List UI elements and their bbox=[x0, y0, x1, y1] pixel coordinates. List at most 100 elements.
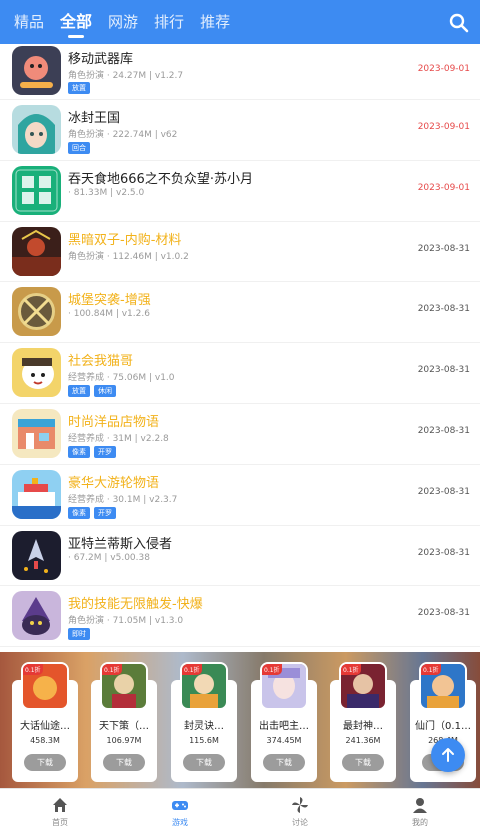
game-date: 2023-08-31 bbox=[417, 365, 470, 376]
game-icon bbox=[12, 287, 61, 337]
game-title: 黑暗双子-内购-材料 bbox=[68, 232, 182, 248]
game-row[interactable]: 豪华大游轮物语 经营养成 · 30.1M | v2.3.7 像素 开罗 2023… bbox=[0, 465, 480, 526]
game-title: 移动武器库 bbox=[68, 52, 134, 67]
game-tag: 休闲 bbox=[94, 385, 116, 398]
banner-card[interactable]: 0.1折 最封神… 241.36M 下载 bbox=[330, 662, 396, 782]
discount-badge: 0.1折 bbox=[23, 664, 43, 675]
game-date: 2023-09-01 bbox=[417, 182, 470, 193]
game-tag: 像素 bbox=[68, 445, 90, 458]
tab-featured[interactable]: 精品 bbox=[14, 0, 44, 44]
game-row[interactable]: 社会我猫哥 经营养成 · 75.06M | v1.0 放置 休闲 2023-08… bbox=[0, 343, 480, 404]
card-title: 出击吧主… bbox=[259, 721, 309, 732]
game-icon bbox=[12, 46, 61, 95]
game-meta: · 81.33M | v2.5.0 bbox=[68, 187, 145, 198]
banner-card[interactable]: 0.1折 封灵诀… 115.6M 下载 bbox=[171, 662, 237, 782]
download-button[interactable]: 下载 bbox=[183, 754, 225, 771]
game-date: 2023-09-01 bbox=[417, 64, 470, 74]
nav-games[interactable]: 游戏 bbox=[120, 789, 240, 832]
gamepad-icon bbox=[172, 801, 188, 810]
game-date: 2023-08-31 bbox=[417, 608, 470, 619]
game-tag: 即时 bbox=[68, 628, 90, 641]
download-button[interactable]: 下载 bbox=[263, 754, 305, 771]
game-icon bbox=[12, 469, 61, 519]
game-row[interactable]: 吞天食地666之不负众望·苏小月 · 81.33M | v2.5.0 2023-… bbox=[0, 161, 480, 222]
tab-online[interactable]: 网游 bbox=[108, 0, 138, 44]
game-title: 时尚洋品店物语 bbox=[68, 414, 160, 430]
game-title: 我的技能无限触发-快爆 bbox=[68, 597, 203, 613]
game-date: 2023-08-31 bbox=[417, 425, 470, 436]
card-thumbnail: 0.1折 bbox=[21, 662, 69, 710]
tab-ranking[interactable]: 排行 bbox=[154, 0, 184, 44]
game-row[interactable]: 亚特兰蒂斯入侵者 · 67.2M | v5.00.38 2023-08-31 bbox=[0, 526, 480, 587]
game-meta: 角色扮演 · 71.05M | v1.3.0 bbox=[68, 616, 184, 627]
download-button[interactable]: 下载 bbox=[24, 754, 66, 771]
arrow-up-icon bbox=[442, 748, 454, 762]
game-icon bbox=[12, 408, 61, 458]
game-tags: 即时 bbox=[68, 628, 90, 641]
banner-card[interactable]: 0.1折 大话仙途… 458.3M 下载 bbox=[12, 662, 78, 782]
game-icon bbox=[12, 530, 61, 580]
game-row[interactable]: 时尚洋品店物语 经营养成 · 31M | v2.2.8 像素 开罗 2023-0… bbox=[0, 404, 480, 465]
game-title: 豪华大游轮物语 bbox=[68, 475, 160, 491]
game-row[interactable]: 城堡突袭-增强 · 100.84M | v1.2.6 2023-08-31 bbox=[0, 282, 480, 344]
game-row[interactable]: 我的技能无限触发-快爆 角色扮演 · 71.05M | v1.3.0 即时 20… bbox=[0, 586, 480, 648]
search-icon[interactable] bbox=[448, 12, 470, 34]
game-tags: 放置 休闲 bbox=[68, 385, 116, 398]
game-icon bbox=[12, 226, 61, 276]
game-title: 社会我猫哥 bbox=[68, 354, 134, 370]
game-tags: 放置 bbox=[68, 82, 90, 94]
download-button[interactable]: 下载 bbox=[103, 754, 145, 771]
game-meta: 经营养成 · 75.06M | v1.0 bbox=[68, 373, 175, 384]
card-size: 115.6M bbox=[189, 736, 219, 745]
game-date: 2023-08-31 bbox=[417, 304, 470, 315]
card-thumbnail: 0.1折 bbox=[339, 662, 387, 710]
game-icon bbox=[12, 165, 61, 215]
user-icon bbox=[413, 798, 427, 813]
home-icon bbox=[53, 798, 67, 812]
card-size: 106.97M bbox=[106, 736, 142, 745]
nav-home[interactable]: 首页 bbox=[0, 789, 120, 832]
game-date: 2023-09-01 bbox=[417, 122, 470, 132]
nav-discuss[interactable]: 讨论 bbox=[240, 789, 360, 832]
tab-recommend[interactable]: 推荐 bbox=[200, 0, 230, 44]
game-icon bbox=[12, 591, 61, 641]
card-size: 374.45M bbox=[266, 736, 302, 745]
discount-badge: 0.1折 bbox=[421, 664, 441, 675]
game-date: 2023-08-31 bbox=[417, 547, 470, 558]
game-meta: 经营养成 · 31M | v2.2.8 bbox=[68, 433, 169, 444]
game-meta: 经营养成 · 30.1M | v2.3.7 bbox=[68, 494, 178, 505]
game-date: 2023-08-31 bbox=[417, 486, 470, 497]
nav-label: 我的 bbox=[412, 818, 428, 827]
card-thumbnail: 0.1折 bbox=[419, 662, 467, 710]
featured-banner[interactable]: 0.1折 大话仙途… 458.3M 下载 0.1折 天下策（… 106.97M … bbox=[0, 652, 480, 788]
game-tag: 放置 bbox=[68, 82, 90, 94]
download-button[interactable]: 下载 bbox=[342, 754, 384, 771]
card-title: 最封神… bbox=[343, 721, 383, 732]
nav-label: 游戏 bbox=[172, 818, 188, 827]
game-row[interactable]: 移动武器库 角色扮演 · 24.27M | v1.2.7 放置 2023-09-… bbox=[0, 44, 480, 100]
game-title: 吞天食地666之不负众望·苏小月 bbox=[68, 171, 253, 187]
game-title: 冰封王国 bbox=[68, 111, 121, 126]
bottom-nav: 首页 游戏 讨论 我的 bbox=[0, 788, 480, 832]
top-bar: 精品 全部 网游 排行 推荐 bbox=[0, 0, 480, 44]
game-tags: 像素 开罗 bbox=[68, 445, 116, 458]
tab-all[interactable]: 全部 bbox=[60, 0, 92, 44]
game-tag: 像素 bbox=[68, 506, 90, 519]
discount-badge: 0.1折 bbox=[182, 664, 202, 675]
banner-card[interactable]: 0.1折 天下策（… 106.97M 下载 bbox=[91, 662, 157, 782]
game-meta: 角色扮演 · 112.46M | v1.0.2 bbox=[68, 251, 189, 262]
card-title: 仙门（0.1… bbox=[415, 721, 471, 732]
game-title: 亚特兰蒂斯入侵者 bbox=[68, 536, 173, 552]
back-to-top-button[interactable] bbox=[431, 738, 465, 772]
game-meta: 角色扮演 · 222.74M | v62 bbox=[68, 130, 178, 140]
discount-badge: 0.1折 bbox=[262, 664, 282, 675]
card-size: 458.3M bbox=[30, 736, 60, 745]
card-thumbnail: 0.1折 bbox=[260, 662, 308, 710]
game-tag: 放置 bbox=[68, 385, 90, 398]
game-list: 移动武器库 角色扮演 · 24.27M | v1.2.7 放置 2023-09-… bbox=[0, 44, 480, 648]
game-row[interactable]: 黑暗双子-内购-材料 角色扮演 · 112.46M | v1.0.2 2023-… bbox=[0, 222, 480, 283]
nav-profile[interactable]: 我的 bbox=[360, 789, 480, 832]
game-row[interactable]: 冰封王国 角色扮演 · 222.74M | v62 回合 2023-09-01 bbox=[0, 100, 480, 161]
card-size: 241.36M bbox=[345, 736, 381, 745]
banner-card[interactable]: 0.1折 出击吧主… 374.45M 下载 bbox=[251, 662, 317, 782]
